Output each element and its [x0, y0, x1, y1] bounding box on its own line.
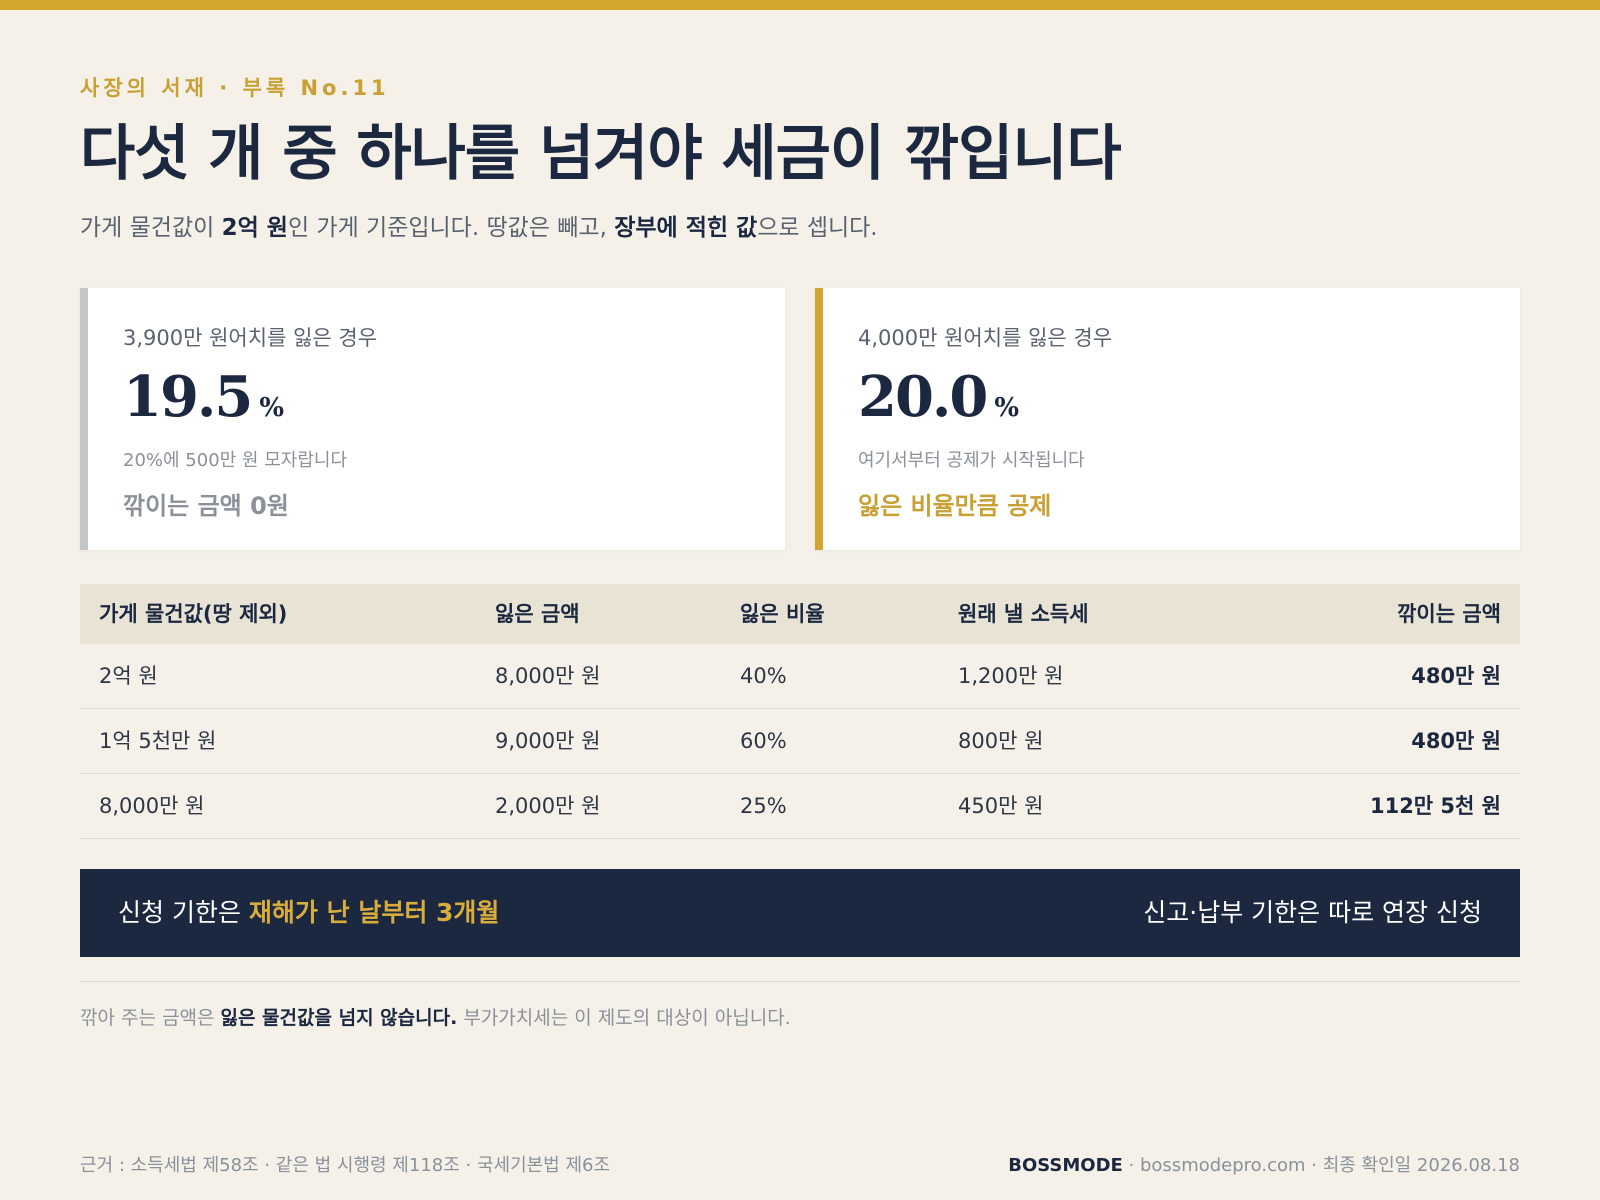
table-cell: 1,200만 원: [958, 664, 1064, 688]
table-row: 8,000만 원 2,000만 원 25% 450만 원 112만 5천 원: [80, 774, 1520, 839]
card-result: 잃은 비율만큼 공제: [858, 492, 1052, 520]
card-value-unit: %: [259, 393, 285, 423]
table-cell-deduction: 480만 원: [1411, 729, 1501, 753]
subtitle-emphasis-1: 2억 원: [221, 215, 288, 241]
table-row: 2억 원 8,000만 원 40% 1,200만 원 480만 원: [80, 644, 1520, 709]
table-cell: 9,000만 원: [495, 729, 601, 753]
subtitle-emphasis-2: 장부에 적힌 값: [614, 215, 758, 241]
table-cell: 450만 원: [958, 794, 1044, 818]
deadline-extension: 신고·납부 기한은 따로 연장 신청: [1143, 898, 1482, 927]
card-result: 깎이는 금액 0원: [123, 492, 289, 520]
card-value-unit: %: [994, 393, 1020, 423]
card-value-number: 20.0: [858, 364, 988, 430]
footnote-text-1: 깎아 주는 금액은: [80, 1007, 221, 1029]
card-at-threshold: 4,000만 원어치를 잃은 경우 20.0% 여기서부터 공제가 시작됩니다 …: [815, 288, 1520, 550]
deadline-banner: 신청 기한은 재해가 난 날부터 3개월 신고·납부 기한은 따로 연장 신청: [80, 869, 1520, 957]
table-header-cell: 원래 낼 소득세: [958, 602, 1089, 626]
footer-brand: BOSSMODE: [1008, 1155, 1123, 1176]
card-note: 여기서부터 공제가 시작됩니다: [858, 450, 1085, 471]
table-cell: 800만 원: [958, 729, 1044, 753]
subtitle-text-1: 가게 물건값이: [80, 215, 222, 241]
card-value: 19.5%: [123, 364, 284, 430]
series-eyebrow: 사장의 서재 · 부록 No.11: [80, 76, 390, 100]
deduction-table: 가게 물건값(땅 제외) 잃은 금액 잃은 비율 원래 낼 소득세 깎이는 금액…: [80, 584, 1520, 839]
subtitle-text-3: 으로 셉니다.: [757, 215, 878, 241]
table-cell: 8,000만 원: [495, 664, 601, 688]
table-header-row: 가게 물건값(땅 제외) 잃은 금액 잃은 비율 원래 낼 소득세 깎이는 금액: [80, 584, 1520, 644]
card-note: 20%에 500만 원 모자랍니다: [123, 450, 348, 471]
deadline-apply: 신청 기한은 재해가 난 날부터 3개월: [118, 869, 499, 957]
table-header-cell: 깎이는 금액: [1397, 602, 1501, 626]
table-row: 1억 5천만 원 9,000만 원 60% 800만 원 480만 원: [80, 709, 1520, 774]
footnote: 깎아 주는 금액은 잃은 물건값을 넘지 않습니다. 부가가치세는 이 제도의 …: [80, 1003, 791, 1030]
subtitle-text-2: 인 가게 기준입니다. 땅값은 빼고,: [287, 215, 615, 241]
footer-sources: 근거 : 소득세법 제58조 · 같은 법 시행령 제118조 · 국세기본법 …: [80, 1155, 611, 1176]
table-cell: 2,000만 원: [495, 794, 601, 818]
card-value: 20.0%: [858, 364, 1019, 430]
table-cell: 1억 5천만 원: [99, 729, 217, 753]
footer-brand-info: BOSSMODE · bossmodepro.com · 최종 확인일 2026…: [1008, 1151, 1520, 1177]
divider: [80, 981, 1520, 982]
table-header-cell: 잃은 비율: [740, 602, 825, 626]
card-value-number: 19.5: [123, 364, 253, 430]
page-title: 다섯 개 중 하나를 넘겨야 세금이 깎입니다: [80, 119, 1122, 189]
comparison-cards: 3,900만 원어치를 잃은 경우 19.5% 20%에 500만 원 모자랍니…: [80, 288, 1520, 550]
deadline-apply-prefix: 신청 기한은: [118, 898, 249, 927]
deadline-apply-highlight: 재해가 난 날부터 3개월: [248, 898, 500, 927]
table-cell: 60%: [740, 729, 787, 753]
table-cell-deduction: 112만 5천 원: [1369, 794, 1501, 818]
table-cell: 8,000만 원: [99, 794, 205, 818]
footnote-text-2: 부가가치세는 이 제도의 대상이 아닙니다.: [457, 1007, 791, 1029]
card-label: 4,000만 원어치를 잃은 경우: [858, 326, 1113, 350]
table-cell: 2억 원: [99, 664, 158, 688]
table-cell: 25%: [740, 794, 787, 818]
table-cell: 40%: [740, 664, 787, 688]
card-label: 3,900만 원어치를 잃은 경우: [123, 326, 378, 350]
table-cell-deduction: 480만 원: [1411, 664, 1501, 688]
card-below-threshold: 3,900만 원어치를 잃은 경우 19.5% 20%에 500만 원 모자랍니…: [80, 288, 785, 550]
page-subtitle: 가게 물건값이 2억 원인 가게 기준입니다. 땅값은 빼고, 장부에 적힌 값…: [80, 208, 878, 242]
footer-site: · bossmodepro.com · 최종 확인일 2026.08.18: [1122, 1155, 1520, 1176]
table-header-cell: 가게 물건값(땅 제외): [99, 602, 288, 626]
page-content: 사장의 서재 · 부록 No.11 다섯 개 중 하나를 넘겨야 세금이 깎입니…: [80, 0, 1520, 1200]
table-header-cell: 잃은 금액: [495, 602, 580, 626]
footnote-emphasis: 잃은 물건값을 넘지 않습니다.: [220, 1007, 458, 1029]
